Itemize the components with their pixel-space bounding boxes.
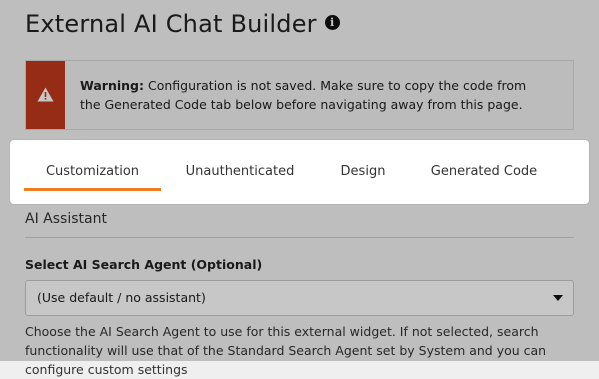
chevron-down-icon	[553, 295, 563, 301]
warning-triangle-icon	[37, 87, 54, 102]
section-title: AI Assistant	[25, 211, 107, 227]
tabs-bar: Customization Unauthenticated Design Gen…	[10, 140, 589, 204]
page-title: External AI Chat Builder i	[25, 10, 340, 38]
tab-label: Unauthenticated	[185, 163, 295, 179]
tab-label: Design	[340, 163, 386, 179]
agent-field-label: Select AI Search Agent (Optional)	[25, 257, 263, 272]
agent-field-help: Choose the AI Search Agent to use for th…	[25, 324, 547, 377]
agent-select[interactable]: (Use default / no assistant)	[25, 280, 574, 316]
tab-design[interactable]: Design	[326, 140, 400, 204]
section-divider	[25, 237, 574, 238]
warning-body: Configuration is not saved. Make sure to…	[80, 78, 527, 112]
tab-generated-code[interactable]: Generated Code	[420, 140, 548, 204]
warning-strip	[26, 61, 65, 129]
tab-unauthenticated[interactable]: Unauthenticated	[176, 140, 304, 204]
tab-label: Generated Code	[430, 163, 538, 179]
info-icon[interactable]: i	[324, 14, 340, 30]
warning-label: Warning:	[80, 78, 144, 93]
warning-banner: Warning: Configuration is not saved. Mak…	[25, 60, 574, 130]
page-title-text: External AI Chat Builder	[25, 10, 317, 38]
agent-select-value: (Use default / no assistant)	[37, 290, 206, 305]
tab-customization[interactable]: Customization	[24, 140, 161, 204]
tab-label: Customization	[45, 163, 140, 179]
active-tab-indicator	[24, 188, 161, 191]
warning-message: Warning: Configuration is not saved. Mak…	[80, 76, 550, 114]
